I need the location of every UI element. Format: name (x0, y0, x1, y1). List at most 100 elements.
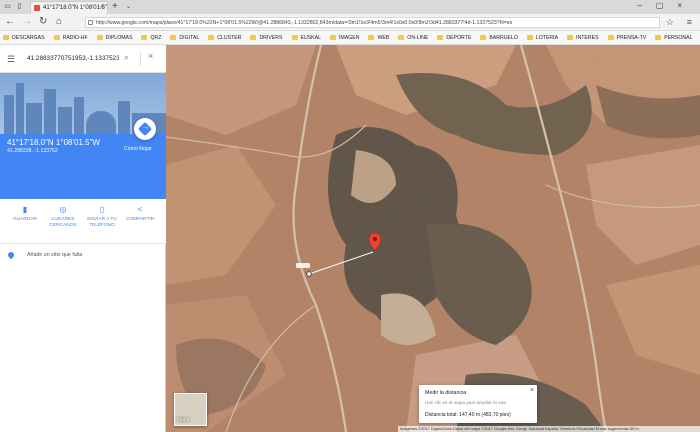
hero-building (86, 111, 116, 134)
arrow-icon: → (142, 124, 149, 131)
measure-distance-card: Medir la distancia Haz clic en el mapa p… (419, 385, 537, 423)
share-label: COMPARTIR (125, 217, 155, 222)
bookmark-item[interactable]: DIPLOMAS (96, 31, 133, 44)
bookmark-label: DRIVERS (259, 35, 283, 41)
bookmark-item[interactable]: ON-LINE (398, 31, 428, 44)
nearby-button[interactable]: ◎ LUGARES CERCANOS (45, 205, 81, 229)
bookmark-item[interactable]: INTERES (567, 31, 599, 44)
url-field[interactable]: http://www.google.com/maps/place/41°17'1… (85, 17, 660, 28)
tab-bar: ▭ ▯ 41°17'18.0"N 1°08'01.5" × + ⌄ –▢× (0, 0, 700, 14)
save-label: GUARDAR (13, 217, 37, 222)
folder-icon (655, 35, 662, 40)
bookmark-item[interactable]: LOTERIA (526, 31, 558, 44)
window-menu-icon[interactable]: ▭ (3, 2, 12, 11)
map-attribution: Imágenes ©2017 DigitalGlobe,Datos del ma… (398, 426, 700, 432)
place-header: 41°17'18.0"N 1°08'01.5"W 41.288338, -1.1… (0, 118, 166, 199)
directions-button[interactable]: → (134, 118, 156, 140)
bookmark-label: DIGITAL (179, 35, 200, 41)
tab-preview-icon[interactable]: ▯ (15, 2, 24, 11)
search-input[interactable]: 41.28833770751953,-1.13375234 (27, 55, 119, 62)
bookmark-label: RADIO-HF (62, 35, 88, 41)
bookmark-item[interactable]: CLUSTER (208, 31, 242, 44)
new-tab-icon[interactable]: + (112, 1, 118, 12)
share-button[interactable]: < COMPARTIR (122, 205, 158, 223)
bookmark-label: DESCARGAS (12, 35, 45, 41)
bookmark-item[interactable]: PRENSA-TV (607, 31, 647, 44)
marker-dot (373, 237, 377, 241)
hero-building (74, 97, 84, 134)
bookmark-item[interactable]: RADIO-HF (53, 31, 88, 44)
bookmark-item[interactable]: DRIVERS (250, 31, 283, 44)
lock-icon (88, 20, 93, 25)
bookmark-label: IMAGEN (338, 35, 360, 41)
bookmark-item[interactable]: EUSKAL (291, 31, 321, 44)
menu-icon[interactable]: ≡ (687, 17, 692, 27)
phone-icon: ▯ (99, 205, 105, 214)
folder-icon (3, 35, 9, 40)
close-measure-icon[interactable]: × (530, 387, 534, 394)
tab-title: 41°17'18.0"N 1°08'01.5" (43, 5, 108, 11)
folder-icon (607, 35, 614, 40)
reload-icon[interactable]: ↻ (39, 16, 47, 27)
send-label-2: TELÉFONO (89, 223, 115, 228)
place-title: 41°17'18.0"N 1°08'01.5"W (7, 138, 100, 147)
browser-tab[interactable]: 41°17'18.0"N 1°08'01.5" × (30, 1, 108, 14)
window-controls[interactable]: –▢× (637, 1, 696, 10)
folder-icon (170, 35, 177, 40)
close-tab-icon[interactable]: × (100, 4, 104, 11)
bookmark-label: BARRUELO (489, 35, 518, 41)
folder-icon (368, 35, 375, 40)
bookmark-item[interactable]: DESCARGAS (3, 31, 45, 44)
forward-icon[interactable]: → (22, 16, 32, 27)
bookmark-item[interactable]: DIGITAL (170, 31, 200, 44)
search-icon[interactable]: ⌕ (124, 52, 129, 63)
bookmark-item[interactable]: BARRUELO (480, 31, 518, 44)
bookmark-icon: ▮ (22, 205, 28, 214)
add-missing-place[interactable]: Añadir un sitio que falta (0, 247, 166, 265)
satellite-map[interactable] (166, 45, 700, 432)
address-bar: ← → ↻ ⌂ http://www.google.com/maps/place… (0, 14, 700, 31)
share-icon: < (137, 205, 143, 214)
bookmark-label: WEB (377, 35, 390, 41)
map-layer-toggle[interactable]: Mapa (174, 393, 207, 426)
bookmarks-bar: DESCARGAS RADIO-HF DIPLOMAS QRZ DIGITAL CLUST… (0, 31, 700, 45)
bookmark-label: PERSONAL (664, 35, 693, 41)
bookmark-item[interactable]: PERSONAL (655, 31, 693, 44)
map-layer-label: Mapa (177, 417, 190, 423)
folder-icon (141, 35, 148, 40)
texture (166, 45, 700, 432)
folder-icon (437, 35, 444, 40)
back-icon[interactable]: ← (5, 16, 15, 27)
hero-building (26, 103, 42, 134)
search-box[interactable]: ☰ 41.28833770751953,-1.13375234 ⌕ × (0, 45, 166, 73)
bookmark-label: PRENSA-TV (616, 35, 647, 41)
measure-tooltip (296, 263, 310, 268)
add-place-pin-icon (6, 250, 16, 260)
hamburger-menu-icon[interactable]: ☰ (7, 54, 15, 65)
measure-title: Medir la distancia (425, 390, 467, 396)
star-icon[interactable]: ☆ (666, 17, 674, 28)
nearby-label-2: CERCANOS (49, 223, 77, 228)
hero-building (44, 89, 56, 134)
close-icon[interactable]: × (148, 51, 153, 61)
bookmark-item[interactable]: QRZ (141, 31, 162, 44)
folder-icon (96, 35, 103, 40)
send-to-phone-button[interactable]: ▯ ENVIAR A TU TELÉFONO (84, 205, 120, 229)
action-buttons: ▮ GUARDAR ◎ LUGARES CERCANOS ▯ ENVIAR A … (0, 199, 166, 244)
hero-building (16, 83, 24, 134)
bookmark-item[interactable]: DEPORTE (437, 31, 471, 44)
home-icon[interactable]: ⌂ (56, 16, 62, 27)
bookmark-label: DIPLOMAS (105, 35, 133, 41)
bookmark-item[interactable]: IMAGEN (329, 31, 360, 44)
measure-hint: Haz clic en el mapa para ampliar la ruta (425, 400, 506, 405)
hero-building (118, 101, 130, 134)
folder-icon (567, 35, 574, 40)
measure-start-point[interactable] (306, 271, 312, 277)
satellite-imagery (166, 45, 700, 432)
bookmark-label: CLUSTER (217, 35, 242, 41)
chevron-down-icon[interactable]: ⌄ (126, 3, 131, 10)
bookmark-item[interactable]: WEB (368, 31, 390, 44)
bookmark-label: QRZ (150, 35, 162, 41)
folder-icon (526, 35, 533, 40)
save-button[interactable]: ▮ GUARDAR (7, 205, 43, 223)
